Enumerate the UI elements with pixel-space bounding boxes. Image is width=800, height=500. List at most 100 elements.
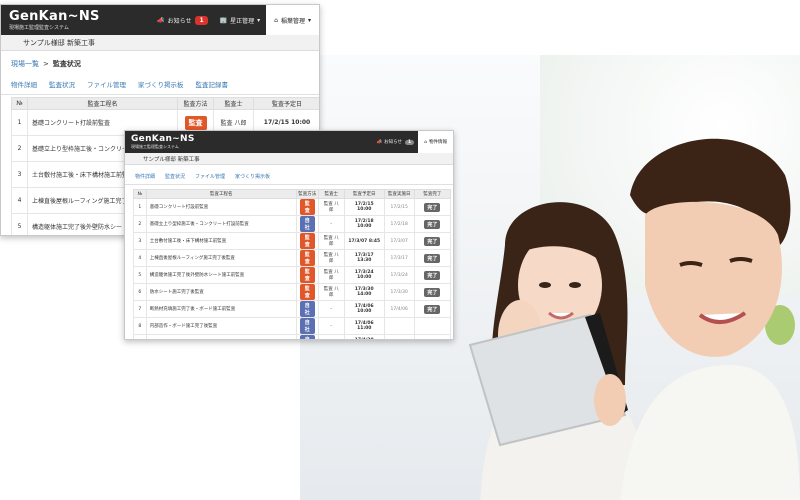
method-badge[interactable]: 自社 bbox=[299, 318, 315, 334]
front-app-window: GenKan~NS 現場施工監理監査システム 📣 お知らせ 1 ⌂ 物件情報 サ… bbox=[124, 130, 454, 340]
row-inspector: 監査 八郎 bbox=[317, 283, 345, 301]
top-bar: GenKan~NS 現場施工監理監査システム 📣 お知らせ 1 🏢 星正管理 ▾… bbox=[1, 5, 319, 35]
col-no: № bbox=[133, 189, 147, 199]
row-plan-date: 17/4/06 11:00 bbox=[343, 317, 385, 335]
company-menu[interactable]: 🏢 星正管理 ▾ bbox=[214, 5, 267, 35]
property-info-menu[interactable]: ⌂ 物件情報 bbox=[418, 131, 453, 153]
row-no: 5 bbox=[11, 213, 28, 235]
method-badge[interactable]: 監査 bbox=[299, 284, 315, 300]
row-done-date: 17/2/15 bbox=[383, 198, 415, 216]
tab-property-details[interactable]: 物件詳細 bbox=[11, 79, 37, 89]
logo-subtitle: 現場施工監理監査システム bbox=[131, 144, 179, 149]
method-badge[interactable]: 監査 bbox=[299, 199, 315, 215]
row-plan-date: 17/3/07 8:45 bbox=[343, 232, 385, 250]
tab-audit-status[interactable]: 監査状況 bbox=[165, 173, 185, 180]
table-row[interactable]: 1 基礎コンクリート打設前監査 監査 監査 八郎 17/2/15 10:00 17/2/1… bbox=[133, 198, 452, 216]
table-row[interactable]: 4 上棟直後屋根ルーフィング施工完了後監査 監査 監査 八郎 17/3/17 13:30… bbox=[133, 249, 452, 267]
breadcrumb-separator: > bbox=[43, 60, 49, 68]
tab-bulletin-board[interactable]: 家づくり掲示板 bbox=[138, 79, 184, 89]
complete-badge[interactable]: 完了 bbox=[424, 270, 441, 280]
row-process: 防水シート施工完了後監査 bbox=[145, 283, 297, 301]
tab-file-management[interactable]: ファイル管理 bbox=[87, 79, 126, 89]
breadcrumb-home-link[interactable]: 現場一覧 bbox=[11, 59, 39, 69]
row-inspector: - bbox=[317, 317, 345, 335]
row-inspector: - bbox=[317, 215, 345, 233]
tab-bar: 物件詳細 監査状況 ファイル管理 家づくり掲示板 監査記録書 bbox=[1, 73, 319, 95]
project-title-bar: サンプル様邸 新築工事 bbox=[1, 35, 319, 51]
audit-table: № 監査工程名 監査方法 監査士 監査予定日 監査実施日 監査完了 1 基礎コンク… bbox=[133, 189, 452, 339]
property-info-label: 物件情報 bbox=[429, 140, 447, 145]
row-process: 基礎コンクリート打設前監査 bbox=[145, 198, 297, 216]
tab-property-details[interactable]: 物件詳細 bbox=[135, 173, 155, 180]
row-plan-date: 17/4/06 10:00 bbox=[343, 300, 385, 318]
row-process: 内部造作・ボード施工完了後監査 bbox=[145, 317, 297, 335]
home-icon: ⌂ bbox=[274, 16, 278, 24]
col-plan-date: 監査予定日 bbox=[343, 189, 385, 199]
method-badge[interactable]: 監査 bbox=[299, 233, 315, 249]
admin-label: 稲葉管理 bbox=[280, 17, 305, 25]
col-complete: 監査完了 bbox=[413, 189, 452, 199]
method-badge[interactable]: 監査 bbox=[299, 250, 315, 266]
row-process: 上棟直後屋根ルーフィング施工完了後監査 bbox=[145, 249, 297, 267]
complete-badge[interactable]: 完了 bbox=[424, 304, 441, 314]
table-row[interactable]: 8 内部造作・ボード施工完了後監査 自社 -17/4/06 11:00 bbox=[133, 317, 452, 335]
company-label: 星正管理 bbox=[230, 17, 255, 25]
complete-badge[interactable]: 完了 bbox=[424, 202, 441, 212]
complete-badge[interactable]: 完了 bbox=[424, 219, 441, 229]
row-done-date: 17/3/17 bbox=[383, 249, 415, 267]
logo-text: GenKan~NS bbox=[131, 134, 195, 144]
col-no: № bbox=[11, 97, 28, 110]
notice-button[interactable]: 📣 お知らせ 1 bbox=[151, 5, 214, 35]
table-row[interactable]: 5 構造躯体施工完了後外壁防水シート施工前監査 監査 監査 八郎 17/3/24 10:… bbox=[133, 266, 452, 284]
breadcrumb-current: 監査状況 bbox=[52, 60, 81, 68]
breadcrumb: 現場一覧 > 監査状況 bbox=[1, 55, 319, 73]
app-logo[interactable]: GenKan~NS 現場施工監理監査システム bbox=[9, 9, 100, 31]
method-badge[interactable]: 自社 bbox=[299, 301, 315, 317]
table-row[interactable]: 9外装施工完了後・設備設置配管工事監査自社-17/4/20 13:20 bbox=[133, 334, 452, 339]
row-inspector: - bbox=[317, 334, 345, 339]
row-inspector: - bbox=[317, 300, 345, 318]
tab-audit-status[interactable]: 監査状況 bbox=[49, 79, 75, 89]
project-title-bar: サンプル様邸 新築工事 bbox=[125, 153, 453, 165]
method-badge[interactable]: 自社 bbox=[299, 335, 315, 339]
row-no: 3 bbox=[133, 232, 147, 250]
row-done-date: 17/3/07 bbox=[383, 232, 415, 250]
tab-file-management[interactable]: ファイル管理 bbox=[195, 173, 225, 180]
row-no: 8 bbox=[133, 317, 147, 335]
col-method: 監査方法 bbox=[177, 97, 214, 110]
building-icon: 🏢 bbox=[219, 16, 228, 24]
col-done-date: 監査実施日 bbox=[383, 189, 415, 199]
notice-count-badge: 1 bbox=[195, 15, 208, 25]
table-row[interactable]: 6 防水シート施工完了後監査 監査 監査 八郎 17/3/30 14:00 17/3/30… bbox=[133, 283, 452, 301]
notice-button[interactable]: 📣 お知らせ 1 bbox=[372, 131, 418, 153]
row-no: 4 bbox=[133, 249, 147, 267]
method-badge[interactable]: 自社 bbox=[299, 216, 315, 232]
row-no: 5 bbox=[133, 266, 147, 284]
col-inspector: 監査士 bbox=[317, 189, 345, 199]
megaphone-icon: 📣 bbox=[157, 16, 165, 24]
app-logo[interactable]: GenKan~NS 現場施工監理監査システム bbox=[131, 134, 195, 150]
table-row[interactable]: 7 断熱材充填施工完了後・ボード施工前監査 自社 -17/4/06 10:00 17/4… bbox=[133, 300, 452, 318]
row-no: 2 bbox=[133, 215, 147, 233]
row-no: 3 bbox=[11, 161, 28, 188]
admin-menu[interactable]: ⌂ 稲葉管理 ▾ bbox=[266, 5, 319, 35]
row-process: 構造躯体施工完了後外壁防水シート施工前監査 bbox=[145, 266, 297, 284]
complete-badge[interactable]: 完了 bbox=[424, 253, 441, 263]
col-date: 監査予定日 bbox=[253, 97, 319, 110]
method-badge[interactable]: 監査 bbox=[184, 115, 207, 130]
table-row[interactable]: 3 土台敷付施工後・床下構材施工前監査 監査 監査 八郎 17/3/07 8:45 17/… bbox=[133, 232, 452, 250]
row-plan-date: 17/3/24 10:00 bbox=[343, 266, 385, 284]
row-done-date: 17/4/06 bbox=[383, 300, 415, 318]
col-inspector: 監査士 bbox=[213, 97, 254, 110]
row-plan-date: 17/2/15 10:00 bbox=[343, 198, 385, 216]
table-row[interactable]: 2 基礎立上り型枠施工後・コンクリート打設前監査 自社 -17/2/18 10:00 1… bbox=[133, 215, 452, 233]
tab-bulletin-board[interactable]: 家づくり掲示板 bbox=[235, 173, 270, 180]
row-process: 外装施工完了後・設備設置配管工事監査 bbox=[145, 334, 297, 339]
method-badge[interactable]: 監査 bbox=[299, 267, 315, 283]
top-bar: GenKan~NS 現場施工監理監査システム 📣 お知らせ 1 ⌂ 物件情報 bbox=[125, 131, 453, 153]
complete-badge[interactable]: 完了 bbox=[424, 287, 441, 297]
tab-audit-record[interactable]: 監査記録書 bbox=[196, 79, 229, 89]
complete-badge[interactable]: 完了 bbox=[424, 236, 441, 246]
row-plan-date: 17/4/20 13:20 bbox=[343, 334, 385, 339]
logo-subtitle: 現場施工監理監査システム bbox=[9, 25, 69, 31]
